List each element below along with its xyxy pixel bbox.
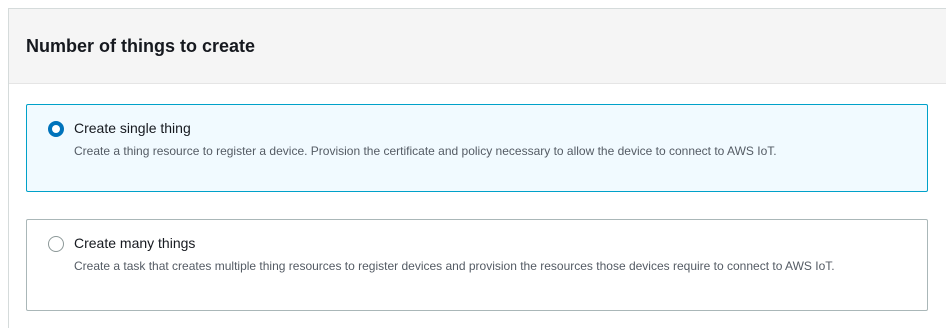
option-label: Create many things	[74, 235, 196, 251]
panel-header: Number of things to create	[9, 9, 946, 84]
option-label: Create single thing	[74, 120, 191, 136]
things-count-panel: Number of things to create Create single…	[8, 8, 946, 328]
option-create-single-thing[interactable]: Create single thing Create a thing resou…	[26, 104, 928, 192]
panel-title: Number of things to create	[26, 35, 256, 56]
option-description: Create a thing resource to register a de…	[74, 144, 777, 158]
option-create-many-things[interactable]: Create many things Create a task that cr…	[26, 219, 928, 311]
radio-button-selected[interactable]	[48, 121, 64, 137]
radio-button-unselected[interactable]	[48, 236, 64, 252]
option-description: Create a task that creates multiple thin…	[74, 259, 835, 273]
